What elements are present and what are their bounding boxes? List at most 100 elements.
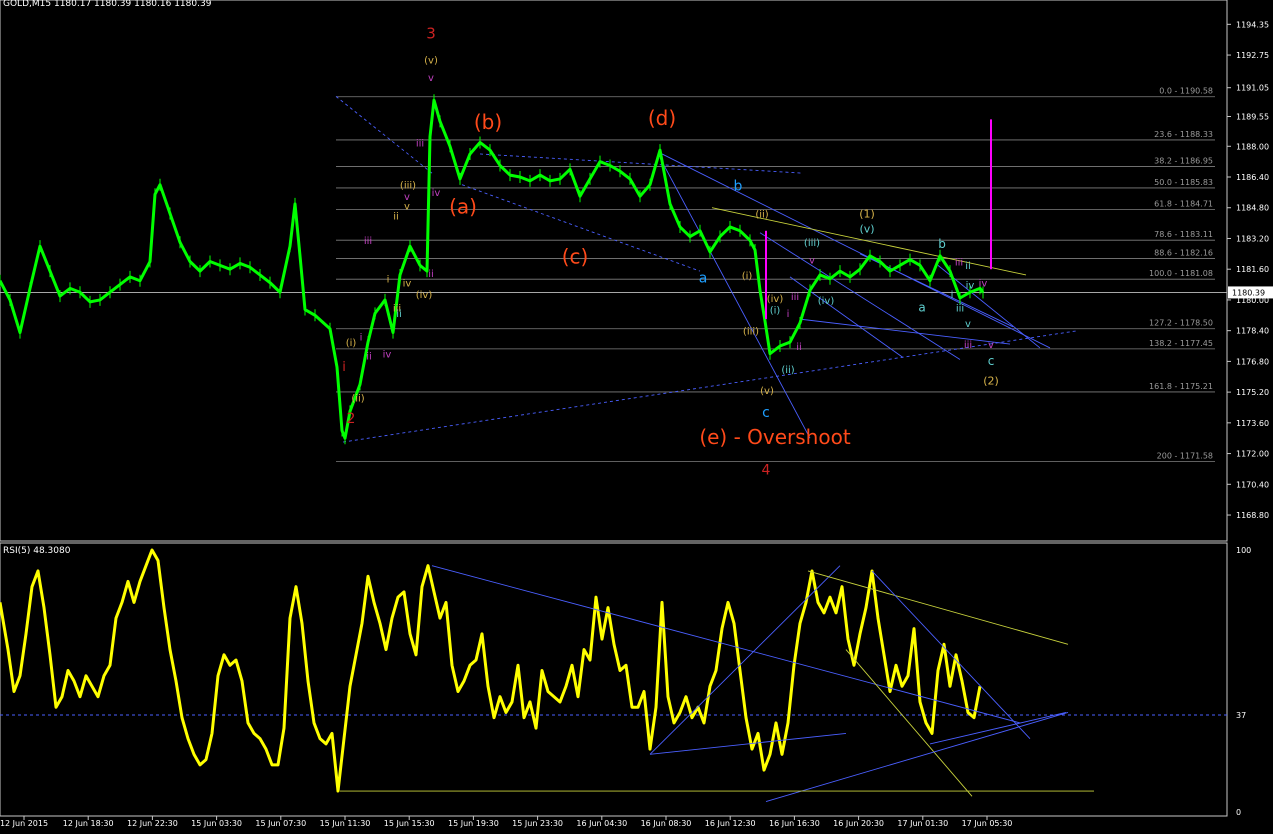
wave-label: ii	[393, 211, 399, 222]
wave-label: iv	[979, 278, 988, 289]
wave-label: (c)	[562, 244, 589, 268]
price-candles	[0, 98, 985, 440]
wave-label: ii	[965, 261, 971, 272]
time-label: 15 Jun 23:30	[512, 819, 563, 828]
wave-label: (i)	[742, 271, 753, 282]
trendline	[789, 276, 904, 358]
rsi-tick-label: 0	[1236, 808, 1241, 817]
rsi-trendline	[649, 732, 847, 755]
wave-label: i	[360, 332, 363, 343]
main-chart-svg: 1194.35 1192.75 1191.05 1189.55 1188.00 1186.…	[0, 0, 1273, 828]
wave-label: v	[428, 73, 434, 84]
trendline	[799, 318, 1011, 345]
wave-label: iii	[964, 340, 972, 351]
wave-label: a	[918, 300, 925, 314]
wave-label: ii	[796, 342, 802, 353]
wave-label: (e) - Overshoot	[699, 425, 851, 449]
wave-label: i	[342, 360, 346, 375]
wave-label: v	[404, 202, 410, 213]
price-tick-label: 1191.05	[1236, 84, 1269, 93]
wave-label: iii	[791, 292, 799, 303]
wave-label: b	[734, 178, 743, 194]
price-tick-label: 1194.35	[1236, 20, 1269, 29]
trendline	[659, 157, 811, 439]
wave-label: (ii)	[755, 209, 768, 220]
price-tick-label: 1186.40	[1236, 173, 1269, 182]
fib-level-label: 23.6 - 1188.33	[1154, 130, 1213, 139]
chart-root: 1194.35 1192.75 1191.05 1189.55 1188.00 1186.…	[0, 0, 1273, 830]
wave-label: c	[988, 354, 995, 368]
rsi-trendline	[871, 570, 1031, 739]
wave-label: (v)	[424, 56, 438, 67]
wave-label: (v)	[859, 223, 874, 236]
trendline	[479, 153, 804, 174]
wave-label: (iii)	[743, 326, 759, 337]
fib-level-label: 78.6 - 1183.11	[1154, 230, 1213, 239]
wave-label: (v)	[760, 386, 774, 397]
fib-level-label: 200 - 1171.58	[1157, 452, 1213, 461]
wave-label: (b)	[474, 110, 502, 134]
wave-label: iv	[432, 188, 441, 199]
wave-label: (iv)	[416, 290, 433, 301]
fib-level-label: 61.8 - 1184.71	[1154, 199, 1213, 208]
wave-label: (a)	[449, 195, 477, 219]
rsi-label: RSI(5) 48.3080	[3, 546, 71, 556]
wave-label: v	[965, 319, 971, 330]
ohlc-label: 1180.17 1180.39 1180.16 1180.39	[53, 0, 212, 9]
wave-label: iii	[955, 257, 963, 268]
fib-level-label: 38.2 - 1186.95	[1154, 156, 1213, 165]
time-label: 15 Jun 07:30	[255, 819, 306, 828]
wave-label: (iv)	[818, 296, 835, 307]
rsi-tick-label: 100	[1236, 546, 1251, 555]
wave-label: ii	[428, 269, 434, 280]
wave-label: 3	[426, 25, 436, 43]
wave-label: (i)	[346, 338, 357, 349]
wave-label: i	[387, 275, 390, 286]
fib-level-label: 127.2 - 1178.50	[1149, 319, 1213, 328]
price-tick-label: 1172.00	[1236, 450, 1269, 459]
fib-level-label: 0.0 - 1190.58	[1159, 87, 1213, 96]
wave-label: v	[988, 340, 994, 351]
wave-label: iii	[956, 303, 964, 314]
price-tick-label: 1192.75	[1236, 51, 1269, 60]
wave-label: 2	[347, 411, 356, 427]
wave-label: i	[787, 309, 790, 320]
wave-label: v	[809, 255, 815, 266]
time-label: 12 Jun 2015	[0, 819, 48, 828]
time-label: 12 Jun 22:30	[127, 819, 178, 828]
price-tick-label: 1173.60	[1236, 419, 1269, 428]
wave-label: (2)	[983, 374, 999, 387]
time-label: 15 Jun 15:30	[384, 819, 435, 828]
price-tick-label: 1183.20	[1236, 234, 1269, 243]
wave-label: ii	[396, 309, 402, 320]
wave-label: iii	[416, 138, 424, 149]
rsi-frame	[0, 542, 1228, 817]
time-label: 16 Jun 16:30	[769, 819, 820, 828]
time-label: 16 Jun 20:30	[833, 819, 884, 828]
rsi-trendline	[765, 712, 1069, 802]
wave-label: iv	[403, 278, 412, 289]
time-label: 17 Jun 01:30	[897, 819, 948, 828]
wave-label: (d)	[648, 106, 676, 130]
rsi-header: RSI(5) 48.3080	[3, 546, 70, 556]
wave-label: (ii)	[351, 394, 364, 405]
fib-level-label: 138.2 - 1177.45	[1149, 339, 1213, 348]
time-label: 16 Jun 08:30	[641, 819, 692, 828]
wave-label: iv	[966, 280, 975, 291]
price-tick-label: 1175.20	[1236, 388, 1269, 397]
chart-header: GOLD,M15 1180.17 1180.39 1180.16 1180.39	[3, 0, 211, 9]
time-label: 15 Jun 11:30	[320, 819, 371, 828]
rsi-trendline	[649, 565, 841, 755]
wave-label: (ii)	[781, 365, 794, 376]
rsi-tick-label: 37	[1236, 711, 1246, 720]
main-frame	[0, 0, 1228, 542]
time-label: 16 Jun 12:30	[705, 819, 756, 828]
time-label: 15 Jun 19:30	[448, 819, 499, 828]
fib-level-label: 161.8 - 1175.21	[1149, 382, 1213, 391]
symbol-label: GOLD,M15	[3, 0, 52, 9]
time-label: 16 Jun 04:30	[576, 819, 627, 828]
rsi-trendline	[431, 565, 1021, 724]
wave-label: b	[938, 237, 946, 251]
price-tick-label: 1189.55	[1236, 113, 1269, 122]
wave-label: a	[699, 271, 708, 287]
